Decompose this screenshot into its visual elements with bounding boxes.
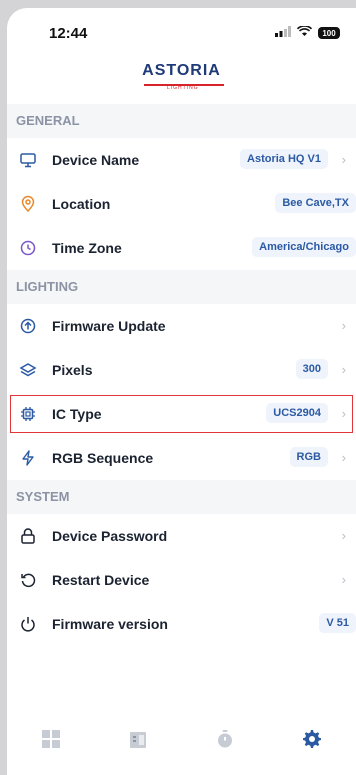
section-lighting: LIGHTING xyxy=(7,270,356,304)
firmware-update-label: Firmware Update xyxy=(52,318,166,334)
chevron-right-icon: › xyxy=(341,572,346,587)
chevron-right-icon: › xyxy=(341,318,346,333)
firmware-update-row[interactable]: Firmware Update › xyxy=(7,304,356,348)
dashboard-tab[interactable] xyxy=(7,714,94,764)
location-row[interactable]: Location Bee Cave,TX xyxy=(7,182,356,226)
wifi-icon xyxy=(296,24,313,42)
ic-type-value: UCS2904 xyxy=(266,403,328,423)
rgb-sequence-row[interactable]: RGB Sequence RGB › xyxy=(7,436,356,480)
timer-tab[interactable] xyxy=(182,714,269,764)
ic-type-row[interactable]: IC Type UCS2904 › xyxy=(7,392,356,436)
gear-icon xyxy=(303,730,322,748)
bottom-tab-bar xyxy=(7,714,356,764)
device-password-row[interactable]: Device Password › xyxy=(7,514,356,558)
clock-icon xyxy=(17,237,39,259)
time-zone-value: America/Chicago xyxy=(252,237,356,257)
brand-name: ASTORIA xyxy=(142,62,221,79)
firmware-version-value: V 51 xyxy=(319,613,356,633)
section-general: GENERAL xyxy=(7,104,356,138)
signal-icon xyxy=(275,24,291,42)
rgb-sequence-label: RGB Sequence xyxy=(52,450,154,466)
layers-icon xyxy=(17,359,39,381)
brand-logo: ASTORIA LIGHTING xyxy=(7,62,356,91)
status-icons: 100 xyxy=(275,24,340,42)
building-tab[interactable] xyxy=(94,714,181,764)
timer-icon xyxy=(218,730,233,748)
chip-icon xyxy=(17,403,39,425)
rgb-sequence-value: RGB xyxy=(289,447,328,467)
dashboard-icon xyxy=(41,730,60,748)
device-name-value: Astoria HQ V1 xyxy=(240,149,328,169)
monitor-icon xyxy=(17,149,39,171)
location-value: Bee Cave,TX xyxy=(275,193,356,213)
status-bar: 12:44 100 xyxy=(7,8,356,58)
pixels-value: 300 xyxy=(295,359,328,379)
battery-icon: 100 xyxy=(318,27,340,39)
location-label: Location xyxy=(52,196,111,212)
building-icon xyxy=(129,732,146,748)
upload-arrow-icon xyxy=(17,315,39,337)
brand-subtitle: LIGHTING xyxy=(167,85,199,91)
device-name-row[interactable]: Device Name Astoria HQ V1 › xyxy=(7,138,356,182)
section-system: SYSTEM xyxy=(7,480,356,514)
device-name-label: Device Name xyxy=(52,152,140,168)
ic-type-label: IC Type xyxy=(52,406,102,422)
device-password-label: Device Password xyxy=(52,528,168,544)
firmware-version-row: Firmware version V 51 xyxy=(7,602,356,646)
chevron-right-icon: › xyxy=(341,406,346,421)
restart-device-row[interactable]: Restart Device › xyxy=(7,558,356,602)
time-zone-label: Time Zone xyxy=(52,240,122,256)
lightning-icon xyxy=(17,447,39,469)
chevron-right-icon: › xyxy=(341,528,346,543)
lock-icon xyxy=(17,525,39,547)
phone-screen: 12:44 100 ASTORIA LIGHTING GENERAL Devic… xyxy=(7,8,356,775)
firmware-version-label: Firmware version xyxy=(52,616,168,632)
settings-tab[interactable] xyxy=(269,714,356,764)
power-icon xyxy=(17,613,39,635)
chevron-right-icon: › xyxy=(341,450,346,465)
restart-icon xyxy=(17,569,39,591)
settings-list: GENERAL Device Name Astoria HQ V1 › Loca… xyxy=(7,104,356,646)
chevron-right-icon: › xyxy=(341,362,346,377)
status-time: 12:44 xyxy=(49,25,88,42)
restart-device-label: Restart Device xyxy=(52,572,150,588)
pixels-label: Pixels xyxy=(52,362,93,378)
time-zone-row[interactable]: Time Zone America/Chicago xyxy=(7,226,356,270)
pixels-row[interactable]: Pixels 300 › xyxy=(7,348,356,392)
location-pin-icon xyxy=(17,193,39,215)
chevron-right-icon: › xyxy=(341,152,346,167)
